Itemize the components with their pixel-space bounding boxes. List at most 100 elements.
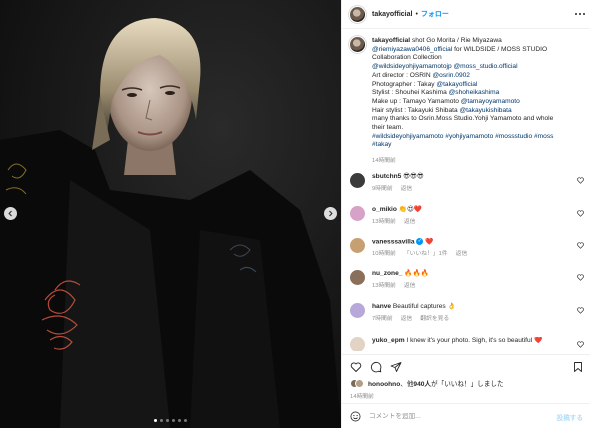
comment-time: 7時間前 [372, 316, 393, 322]
caption-time: 14時間前 [372, 158, 396, 165]
avatar[interactable] [355, 378, 364, 388]
comment-input[interactable] [369, 413, 539, 420]
caption-line: Collaboration Collection [372, 54, 442, 62]
caption-line: for WILDSIDE / MOSS STUDIO [452, 45, 548, 53]
carousel-dots [0, 419, 341, 422]
heart-icon[interactable] [577, 177, 584, 184]
comment-username[interactable]: vanesssavilla [372, 238, 415, 245]
action-bar: honoohno、他940人が「いいね！」しました 14時間前 投稿する [342, 354, 590, 428]
comment-text: 👏😍❤️ [398, 206, 423, 213]
mention-link[interactable]: @takayukishibata [459, 107, 511, 114]
mention-link[interactable]: @takayofficial [436, 81, 477, 88]
portrait-image [0, 0, 341, 428]
mention-link[interactable]: @wildsideyohjiyamamotojp @moss_studio.of… [372, 63, 583, 72]
caption-line: Stylist : Shouhei Kashima [372, 89, 449, 97]
likes-suffix: が「いいね！」しました [431, 381, 504, 388]
comment-likes[interactable]: 「いいね！」1件 [404, 251, 448, 257]
comment-time: 10時間前 [372, 251, 396, 258]
comment-time: 9時間前 [372, 186, 393, 192]
comment-username[interactable]: sbutchn5 [372, 173, 401, 180]
reply-button[interactable]: 返信 [404, 219, 416, 225]
post-header: takayofficial • フォロー [342, 0, 590, 29]
comment-username[interactable]: nu_zone_ [372, 270, 402, 277]
caption-line: Photographer : Takay [372, 80, 437, 88]
heart-icon[interactable] [577, 242, 584, 249]
comment: o_mikio 👏😍❤️ 13時間前 返信 [350, 206, 584, 226]
reply-button[interactable]: 返信 [456, 251, 468, 257]
hashtag-link[interactable]: #wildsideyohjiyamamoto #yohjiyamamoto #m… [372, 133, 583, 142]
caption-text: takayofficial shot Go Morita / Rie Miyaz… [372, 37, 583, 150]
caption-meta: 14時間前 [372, 155, 583, 164]
caption-line: their team. [372, 124, 404, 132]
comment-text: ❤️ [425, 238, 434, 246]
post-comment-button[interactable]: 投稿する [557, 412, 583, 422]
heart-icon[interactable] [350, 361, 362, 373]
post-time: 14時間前 [350, 394, 374, 400]
comment-time: 13時間前 [372, 219, 396, 225]
avatar[interactable] [350, 173, 365, 188]
follow-button[interactable]: フォロー [421, 9, 449, 19]
heart-icon[interactable] [577, 210, 584, 217]
caption-line: Make up : Tamayo Yamamoto [372, 97, 461, 105]
more-horizontal-icon[interactable] [575, 13, 585, 15]
mention-link[interactable]: @tamayoyamamoto [461, 98, 520, 105]
mention-link[interactable]: @osrin.0902 [432, 72, 470, 79]
translate-button[interactable]: 翻訳を見る [420, 316, 449, 322]
chevron-left-icon [8, 210, 12, 217]
comment-text: 😎😎😎 [403, 173, 424, 180]
hashtag-link[interactable]: #takay [372, 141, 583, 150]
heart-icon[interactable] [577, 307, 584, 314]
caption-username[interactable]: takayofficial [372, 37, 410, 44]
add-comment-bar: 投稿する [342, 403, 590, 428]
share-icon[interactable] [390, 361, 402, 373]
heart-icon[interactable] [577, 341, 584, 348]
comment: nu_zone_ 🔥🔥🔥 13時間前 返信 [350, 270, 584, 290]
avatar[interactable] [350, 238, 365, 253]
header-separator: • [415, 10, 418, 18]
mention-link[interactable]: @shoheikashima [449, 89, 500, 96]
likes-count[interactable]: 940人 [413, 381, 431, 388]
caption: takayofficial shot Go Morita / Rie Miyaz… [350, 37, 583, 150]
post-dialog: takayofficial • フォロー takayofficial shot … [0, 0, 590, 428]
header-username[interactable]: takayofficial [372, 11, 412, 18]
heart-icon[interactable] [577, 274, 584, 281]
verified-badge-icon: ✓ [416, 238, 424, 245]
reply-button[interactable]: 返信 [401, 186, 413, 192]
comment-text: 🔥🔥🔥 [404, 270, 429, 277]
next-photo-button[interactable] [324, 207, 337, 220]
comment-username[interactable]: o_mikio [372, 206, 397, 213]
previous-photo-button[interactable] [4, 207, 17, 220]
likes-middle: 、他 [400, 381, 414, 388]
carousel-dot [160, 419, 163, 422]
carousel-dot [154, 419, 157, 422]
post-photo [0, 0, 341, 428]
comment: yuko_epm I knew it's your photo. Sigh, i… [350, 337, 584, 351]
reply-button[interactable]: 返信 [401, 316, 413, 322]
carousel-dot [166, 419, 169, 422]
caption-line: Hair stylist : Takayuki Shibata [372, 106, 460, 114]
comment: vanesssavilla ✓ ❤️ 10時間前 「いいね！」1件 返信 [350, 238, 584, 258]
emoji-icon[interactable] [350, 411, 361, 422]
avatar[interactable] [350, 270, 365, 285]
bookmark-icon[interactable] [572, 361, 584, 373]
avatar[interactable] [350, 303, 365, 318]
likes-summary: honoohno、他940人が「いいね！」しました [350, 378, 504, 388]
avatar[interactable] [350, 6, 365, 22]
comment-text: Beautiful captures 👌 [392, 303, 456, 310]
mention-link[interactable]: @riemiyazawa0406_official [372, 46, 452, 53]
likes-username[interactable]: honoohno [368, 381, 400, 388]
comment-icon[interactable] [370, 361, 382, 373]
post-side-panel: takayofficial • フォロー takayofficial shot … [341, 0, 590, 428]
reply-button[interactable]: 返信 [404, 283, 416, 289]
carousel-dot [184, 419, 187, 422]
comment-text: I knew it's your photo. Sigh, it's so be… [406, 337, 543, 344]
comment-username[interactable]: hanve [372, 303, 391, 310]
carousel-dot [178, 419, 181, 422]
caption-line: shot Go Morita / Rie Miyazawa [411, 37, 502, 44]
caption-line: Art director : OSRIN [372, 71, 433, 79]
comment-username[interactable]: yuko_epm [372, 337, 405, 344]
comment: hanve Beautiful captures 👌 7時間前 返信 翻訳を見る [350, 303, 584, 323]
avatar[interactable] [350, 206, 365, 221]
avatar[interactable] [350, 37, 365, 52]
avatar[interactable] [350, 337, 365, 351]
